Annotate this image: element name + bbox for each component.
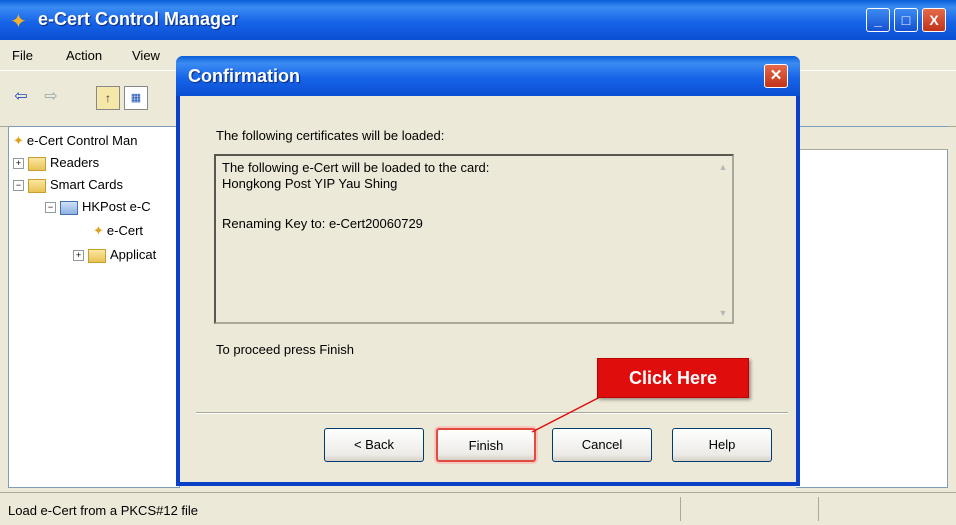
folder-icon	[28, 178, 46, 193]
show-tree-icon[interactable]: ▦	[124, 86, 148, 110]
up-folder-icon[interactable]: ↑	[96, 86, 120, 110]
status-bar: Load e-Cert from a PKCS#12 file	[0, 492, 956, 525]
maximize-button[interactable]: □	[894, 8, 918, 32]
tree-label: Readers	[50, 155, 100, 170]
collapse-icon[interactable]: −	[13, 180, 24, 192]
dialog-body: The following certificates will be loade…	[180, 96, 796, 482]
help-button[interactable]: Help	[672, 428, 772, 462]
folder-icon	[88, 248, 106, 263]
status-divider	[818, 497, 819, 521]
dialog-title: Confirmation	[188, 66, 300, 86]
window-title: e-Cert Control Manager	[38, 9, 239, 29]
details-line: Renaming Key to: e-Cert20060729	[222, 216, 423, 231]
back-button[interactable]: < Back	[324, 428, 424, 462]
minimize-button[interactable]: _	[866, 8, 890, 32]
details-header	[796, 127, 948, 150]
dialog-title-bar: Confirmation ✕	[176, 56, 800, 96]
folder-icon	[28, 156, 46, 171]
scroll-down-icon[interactable]: ▼	[716, 306, 730, 320]
tree-label: Applicat	[110, 247, 157, 262]
tree-label: HKPost e-C	[82, 199, 151, 214]
cancel-button[interactable]: Cancel	[552, 428, 652, 462]
tree-item-root[interactable]: ✦ e-Cert Control Man	[13, 133, 137, 149]
main-title-bar: ✦ e-Cert Control Manager _ □ X	[0, 0, 956, 40]
status-text: Load e-Cert from a PKCS#12 file	[8, 503, 199, 518]
ecert-app-icon: ✦	[10, 11, 27, 33]
close-button[interactable]: X	[922, 8, 946, 32]
vertical-scrollbar[interactable]: ▲ ▼	[716, 160, 730, 320]
ecert-icon: ✦	[93, 223, 104, 238]
scroll-up-icon[interactable]: ▲	[716, 160, 730, 174]
tree-item-smart-cards[interactable]: − Smart Cards	[13, 177, 123, 193]
card-icon	[60, 200, 78, 215]
menu-view[interactable]: View	[132, 48, 160, 63]
expand-icon[interactable]: +	[13, 158, 24, 170]
back-arrow-icon[interactable]: ⇦	[10, 86, 32, 108]
tree-label: e-Cert Control Man	[26, 133, 138, 148]
status-divider	[680, 497, 681, 521]
click-here-callout: Click Here	[597, 358, 749, 398]
finish-button[interactable]: Finish	[436, 428, 536, 462]
tree-item-ecert[interactable]: ✦ e-Cert	[93, 223, 143, 239]
tree-item-readers[interactable]: + Readers	[13, 155, 99, 171]
intro-label: The following certificates will be loade…	[216, 128, 445, 143]
details-line: The following e-Cert will be loaded to t…	[222, 160, 490, 175]
tree-label: Smart Cards	[50, 177, 123, 192]
tree-item-applications[interactable]: + Applicat	[73, 247, 156, 263]
menu-file[interactable]: File	[12, 48, 33, 63]
menu-action[interactable]: Action	[66, 48, 102, 63]
forward-arrow-icon[interactable]: ⇨	[40, 86, 62, 108]
confirmation-dialog: Confirmation ✕ The following certificate…	[176, 56, 800, 486]
tree-label: e-Cert	[106, 223, 144, 238]
proceed-label: To proceed press Finish	[216, 342, 355, 357]
details-line: Hongkong Post YIP Yau Shing	[222, 176, 398, 191]
tree-pane: ✦ e-Cert Control Man + Readers − Smart Card…	[8, 126, 180, 488]
dialog-close-button[interactable]: ✕	[764, 64, 788, 88]
ecert-icon: ✦	[13, 133, 24, 148]
expand-icon[interactable]: +	[73, 250, 84, 262]
tree-item-hkpost[interactable]: − HKPost e-C	[45, 199, 151, 215]
collapse-icon[interactable]: −	[45, 202, 56, 214]
certificate-details-textbox[interactable]: The following e-Cert will be loaded to t…	[214, 154, 734, 324]
details-pane	[796, 126, 948, 488]
button-divider	[196, 412, 788, 414]
